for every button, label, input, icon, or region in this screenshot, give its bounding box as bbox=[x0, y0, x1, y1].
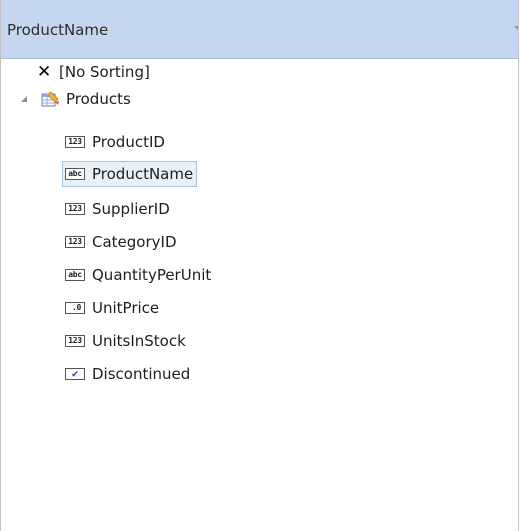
close-icon: ✕ bbox=[37, 62, 52, 82]
field-item-categoryid[interactable]: 123 CategoryID bbox=[65, 229, 177, 255]
field-item-productid[interactable]: 123 ProductID bbox=[65, 129, 165, 155]
tree-node-products[interactable]: Products bbox=[41, 86, 131, 112]
field-label: SupplierID bbox=[92, 200, 170, 218]
field-label: Discontinued bbox=[92, 365, 191, 383]
field-label: ProductID bbox=[92, 133, 165, 151]
field-label: UnitsInStock bbox=[92, 332, 186, 350]
integer-icon: 123 bbox=[65, 203, 85, 215]
table-icon bbox=[41, 90, 60, 108]
sort-field-dropdown[interactable]: ProductName bbox=[1, 0, 518, 59]
integer-icon: 123 bbox=[65, 136, 85, 148]
field-item-discontinued[interactable]: ✔ Discontinued bbox=[65, 361, 190, 387]
field-item-quantityperunit[interactable]: abc QuantityPerUnit bbox=[65, 262, 211, 288]
string-icon: abc bbox=[65, 168, 85, 180]
field-label: ProductName bbox=[92, 165, 194, 183]
integer-icon: 123 bbox=[65, 236, 85, 248]
field-item-productname[interactable]: abc ProductName bbox=[62, 161, 198, 187]
no-sorting-item[interactable]: ✕ [No Sorting] bbox=[37, 59, 150, 85]
tree-node-label: Products bbox=[66, 90, 131, 108]
field-item-unitsinstock[interactable]: 123 UnitsInStock bbox=[65, 328, 186, 354]
field-item-unitprice[interactable]: .0 UnitPrice bbox=[65, 295, 159, 321]
field-item-supplierid[interactable]: 123 SupplierID bbox=[65, 196, 170, 222]
field-label: QuantityPerUnit bbox=[92, 266, 212, 284]
field-sort-panel: ProductName ✕ [No Sorting] Products 123 … bbox=[0, 0, 519, 531]
string-icon: abc bbox=[65, 269, 85, 281]
chevron-down-icon[interactable] bbox=[514, 26, 518, 30]
field-label: UnitPrice bbox=[92, 299, 160, 317]
selected-field-label: ProductName bbox=[7, 21, 109, 39]
field-label: CategoryID bbox=[92, 233, 177, 251]
expander-icon[interactable] bbox=[21, 96, 27, 102]
checkbox-icon: ✔ bbox=[65, 368, 85, 380]
integer-icon: 123 bbox=[65, 335, 85, 347]
no-sorting-label: [No Sorting] bbox=[59, 63, 150, 81]
decimal-icon: .0 bbox=[65, 302, 85, 314]
